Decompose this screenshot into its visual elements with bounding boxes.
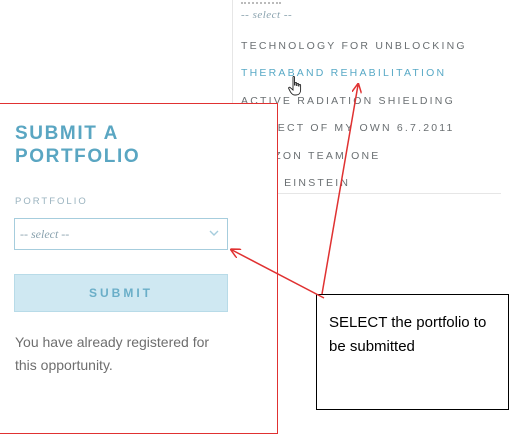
cropped-header	[241, 0, 281, 4]
dropdown-option-hovered[interactable]: THERABAND REHABILITATION	[241, 67, 446, 79]
submit-button[interactable]: SUBMIT	[14, 274, 228, 312]
instruction-callout: SELECT the portfolio to be submitted	[316, 294, 509, 410]
dropdown-option[interactable]: TECHNOLOGY FOR UNBLOCKING	[241, 40, 467, 52]
portfolio-field-label: PORTFOLIO	[15, 196, 88, 207]
page-title: SUBMIT A PORTFOLIO	[15, 123, 141, 167]
chevron-down-icon	[209, 230, 219, 236]
portfolio-select[interactable]: -- select --	[14, 218, 228, 250]
submit-portfolio-panel: SUBMIT A PORTFOLIO PORTFOLIO -- select -…	[0, 103, 278, 434]
hand-pointer-icon	[288, 76, 302, 96]
registration-note: You have already registered for this opp…	[15, 334, 210, 373]
dropdown-option-placeholder[interactable]: -- select --	[241, 9, 292, 21]
portfolio-select-value: -- select --	[20, 227, 70, 241]
callout-text: SELECT the portfolio to be submitted	[329, 314, 487, 355]
